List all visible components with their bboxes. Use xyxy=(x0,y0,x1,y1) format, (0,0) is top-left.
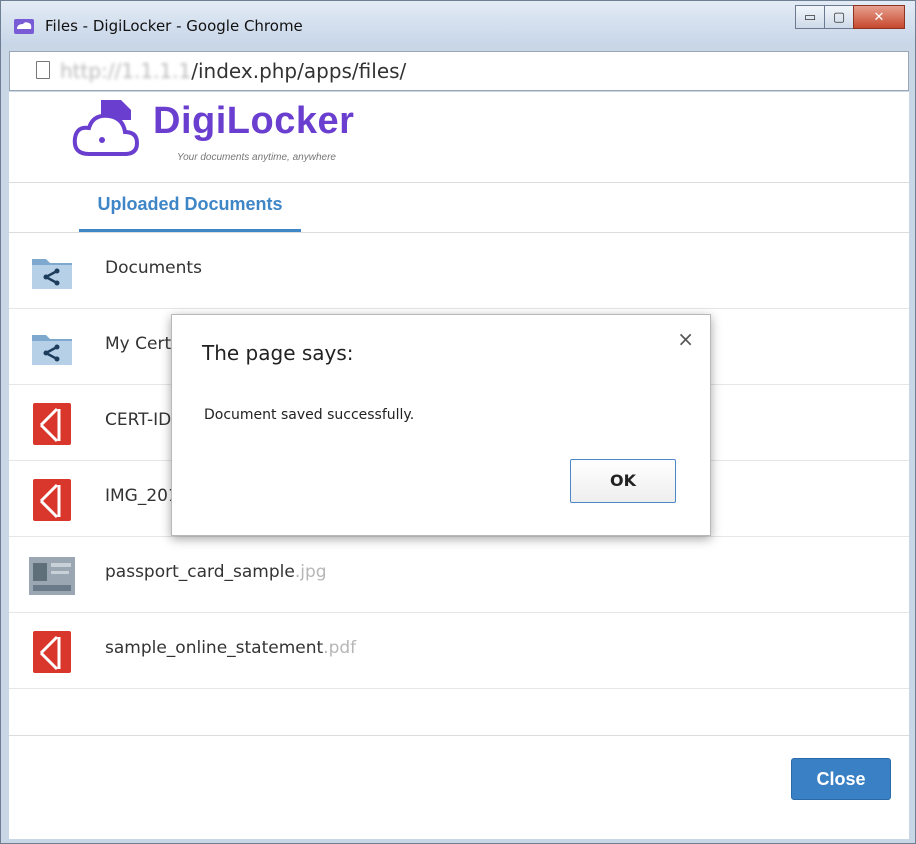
divider xyxy=(9,182,909,183)
url-text[interactable]: http://1.1.1.1/index.php/apps/files/ xyxy=(60,59,406,83)
maximize-button[interactable]: ▢ xyxy=(824,5,854,29)
digilocker-logo-icon xyxy=(72,100,140,156)
window-controls: ▭ ▢ ✕ xyxy=(795,5,905,31)
file-name[interactable]: Documents xyxy=(105,258,202,278)
app-icon xyxy=(14,19,34,34)
page-icon xyxy=(36,61,50,79)
alert-message: Document saved successfully. xyxy=(204,407,415,423)
minimize-button[interactable]: ▭ xyxy=(795,5,825,29)
alert-close-icon[interactable]: × xyxy=(677,327,694,351)
pdf-icon xyxy=(33,403,71,445)
image-thumbnail-icon xyxy=(29,557,75,595)
pdf-icon xyxy=(33,631,71,673)
shared-folder-icon xyxy=(32,259,72,289)
tab-uploaded-documents[interactable]: Uploaded Documents xyxy=(79,186,301,232)
brand-name: DigiLocker xyxy=(153,100,355,142)
url-path: /index.php/apps/files/ xyxy=(191,59,407,83)
tab-label: Uploaded Documents xyxy=(97,194,283,214)
footer-divider xyxy=(9,735,909,736)
alert-title: The page says: xyxy=(202,341,354,365)
brand-tagline: Your documents anytime, anywhere xyxy=(177,152,336,163)
title-bar: Files - DigiLocker - Google Chrome ▭ ▢ ✕ xyxy=(1,1,915,45)
file-name[interactable]: CERT-ID xyxy=(105,410,171,430)
window-close-button[interactable]: ✕ xyxy=(853,5,905,29)
shared-folder-icon xyxy=(32,335,72,365)
file-name[interactable]: passport_card_sample.jpg xyxy=(105,562,327,582)
alert-dialog: The page says: × Document saved successf… xyxy=(171,314,711,536)
pdf-icon xyxy=(33,479,71,521)
close-button[interactable]: Close xyxy=(791,758,891,800)
list-item[interactable]: passport_card_sample.jpg xyxy=(9,537,909,613)
brand-logo[interactable]: DigiLocker Your documents anytime, anywh… xyxy=(71,96,371,176)
ok-button[interactable]: OK xyxy=(570,459,676,503)
file-name[interactable]: sample_online_statement.pdf xyxy=(105,638,356,658)
address-bar[interactable]: http://1.1.1.1/index.php/apps/files/ xyxy=(9,51,909,91)
url-host-obscured: http://1.1.1.1 xyxy=(60,59,192,83)
list-item[interactable]: Documents xyxy=(9,233,909,309)
window-title: Files - DigiLocker - Google Chrome xyxy=(45,17,303,35)
browser-window: Files - DigiLocker - Google Chrome ▭ ▢ ✕… xyxy=(0,0,916,844)
list-item[interactable]: sample_online_statement.pdf xyxy=(9,613,909,689)
